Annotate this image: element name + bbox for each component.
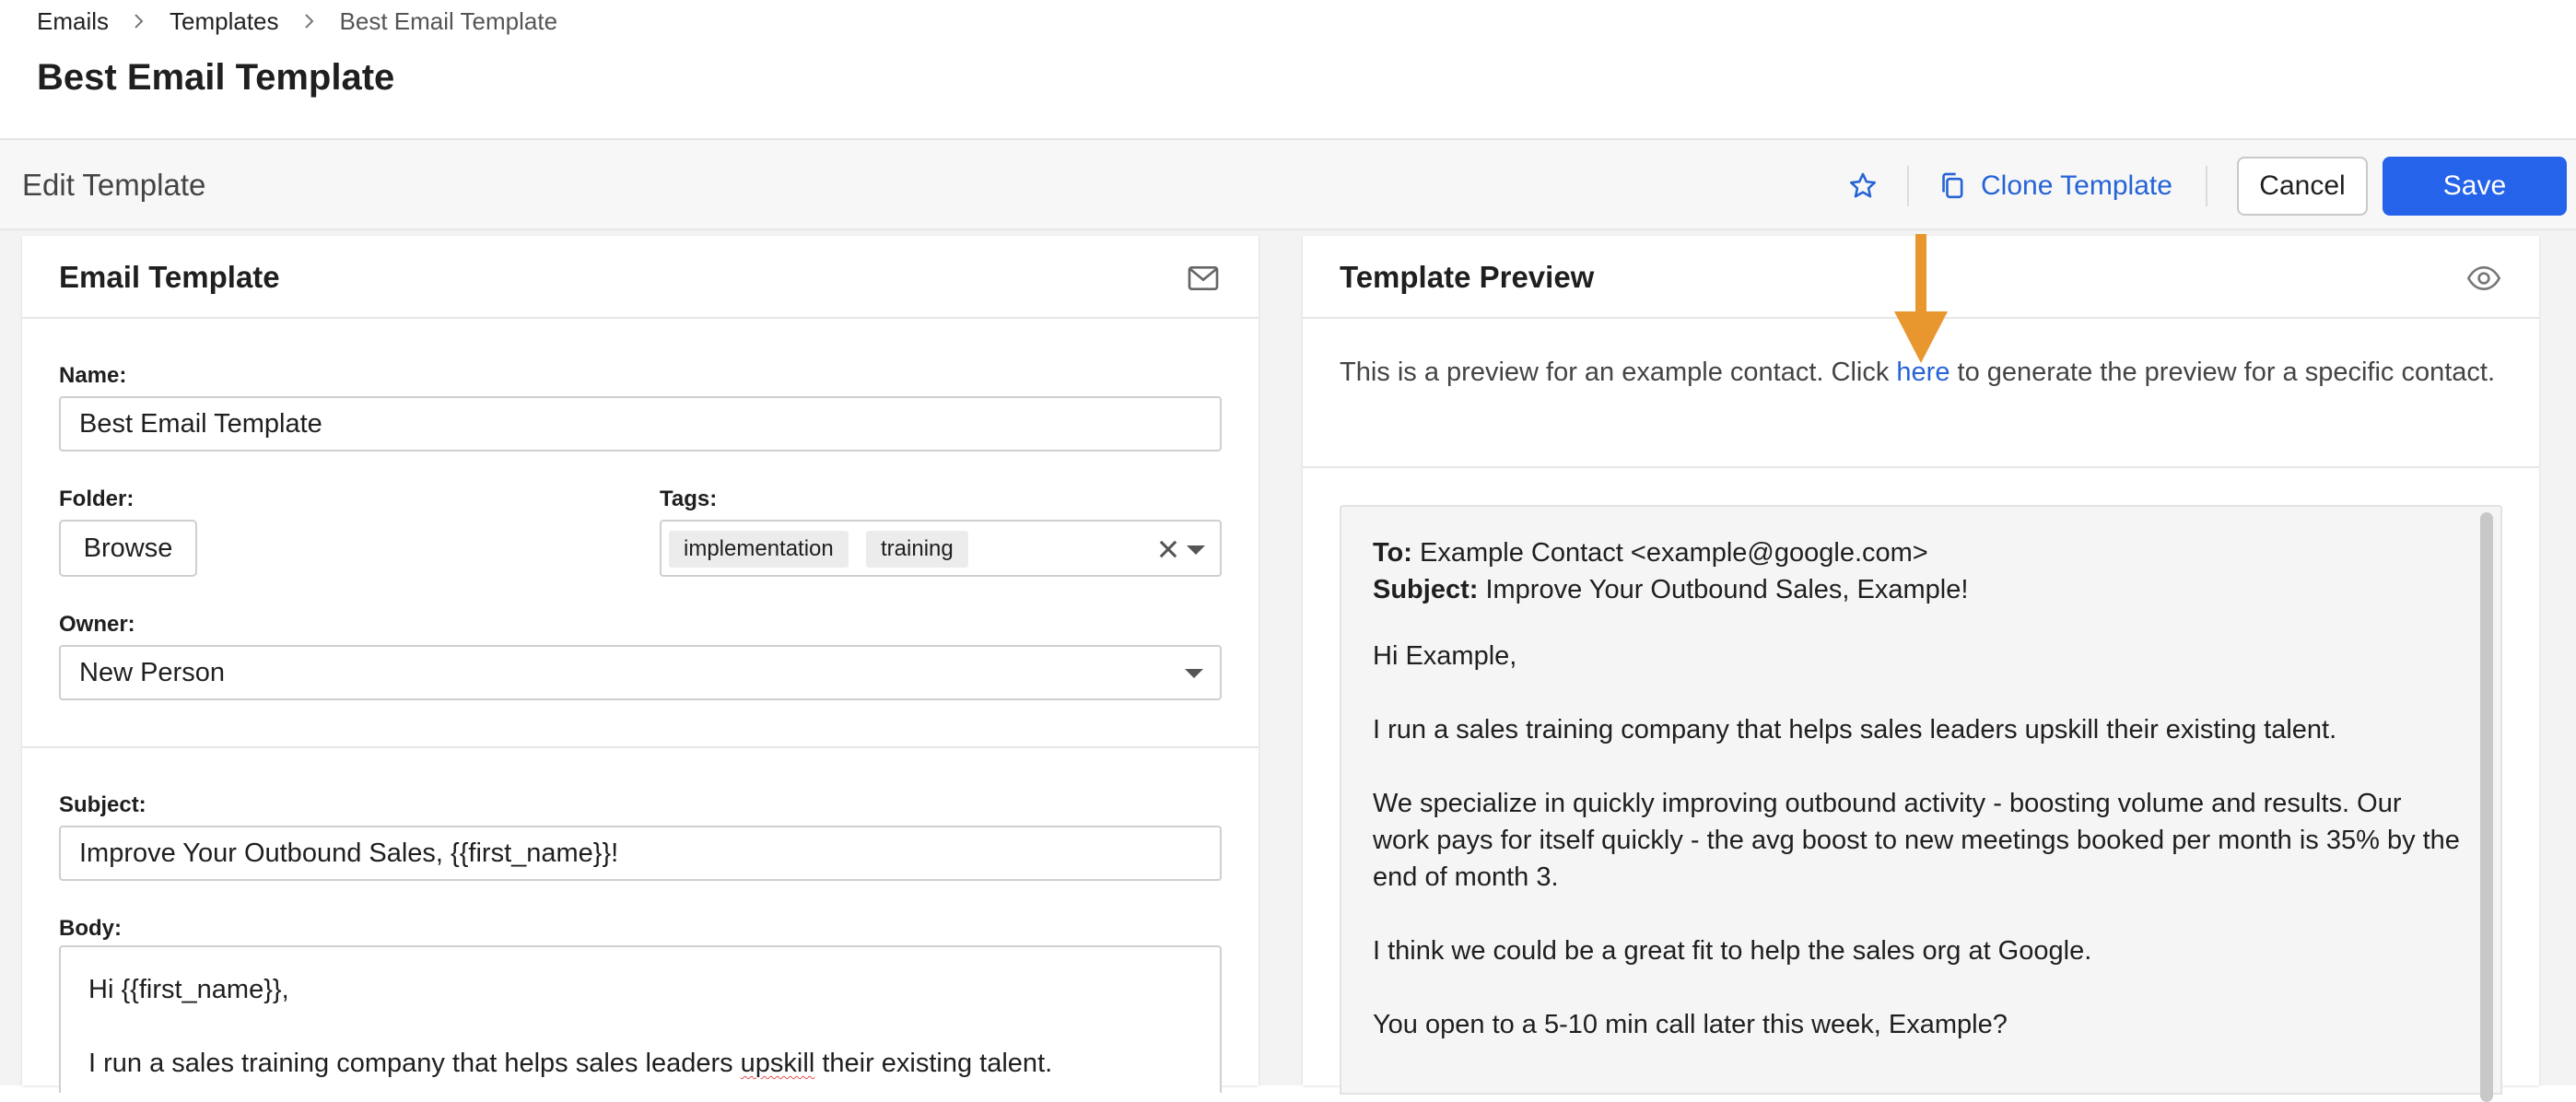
breadcrumb: Emails Templates Best Email Template [37, 7, 557, 35]
preview-to: To: Example Contact <example@google.com> [1373, 538, 1928, 568]
toolbar-divider [1907, 166, 1909, 206]
preview-paragraph: I run a sales training company that help… [1373, 715, 2337, 744]
browse-button[interactable]: Browse [59, 520, 197, 577]
clone-template-label: Clone Template [1981, 170, 2172, 201]
eye-icon[interactable] [2465, 260, 2502, 297]
breadcrumb-emails[interactable]: Emails [37, 7, 109, 36]
star-icon[interactable] [1844, 168, 1881, 205]
tags-input[interactable]: implementation training [660, 520, 1222, 577]
breadcrumb-templates[interactable]: Templates [170, 7, 279, 36]
page-title: Best Email Template [37, 57, 395, 98]
copy-icon [1938, 170, 1968, 202]
arrow-down-icon [1889, 234, 1953, 365]
body-label: Body: [59, 916, 122, 941]
caret-down-icon [1185, 669, 1203, 678]
chevron-right-icon [303, 12, 316, 30]
preview-paragraph: You open to a 5-10 min call later this w… [1373, 1010, 2008, 1039]
card-header: Email Template [22, 236, 1259, 319]
name-input[interactable]: Best Email Template [59, 396, 1222, 451]
caret-down-icon[interactable] [1187, 545, 1205, 555]
edit-template-heading: Edit Template [22, 168, 206, 202]
misspelled-word[interactable]: upskill [741, 1049, 815, 1078]
toolbar-divider [2206, 166, 2207, 206]
subject-label: Subject: [59, 792, 146, 817]
mail-icon [1185, 260, 1222, 297]
clone-template-button[interactable]: Clone Template [1938, 160, 2172, 212]
preview-paragraph: We specialize in quickly improving outbo… [1373, 789, 2460, 892]
template-preview-title: Template Preview [1340, 260, 1595, 294]
subject-input[interactable]: Improve Your Outbound Sales, {{first_nam… [59, 826, 1222, 881]
breadcrumb-current: Best Email Template [339, 6, 558, 35]
email-template-card: Email Template Name: Best Email Template… [22, 236, 1259, 1093]
email-template-title: Email Template [59, 260, 280, 294]
tag-chip[interactable]: training [866, 531, 968, 568]
preview-greeting: Hi Example, [1373, 641, 1517, 671]
body-greeting: Hi {{first_name}}, [88, 975, 289, 1004]
chevron-right-icon [133, 12, 146, 30]
name-label: Name: [59, 363, 127, 388]
folder-label: Folder: [59, 487, 135, 511]
save-button[interactable]: Save [2383, 157, 2567, 216]
body-editor[interactable]: Hi {{first_name}}, I run a sales trainin… [59, 945, 1222, 1093]
owner-select[interactable]: New Person [59, 645, 1222, 700]
preview-paragraph: I think we could be a great fit to help … [1373, 936, 2092, 966]
edit-toolbar: Edit Template Clone Template Cancel Save [0, 140, 2576, 230]
email-preview: To: Example Contact <example@google.com>… [1340, 505, 2502, 1102]
section-divider [1303, 466, 2539, 468]
body-paragraph: I run a sales training company that help… [88, 1049, 1053, 1078]
close-icon[interactable] [1155, 536, 1181, 562]
preview-subject: Subject: Improve Your Outbound Sales, Ex… [1373, 575, 1969, 604]
owner-value: New Person [79, 657, 225, 687]
preview-scrollbar[interactable] [2480, 512, 2493, 1102]
owner-label: Owner: [59, 612, 135, 637]
tags-label: Tags: [660, 487, 718, 511]
cancel-button[interactable]: Cancel [2237, 157, 2368, 216]
tag-chip[interactable]: implementation [669, 531, 849, 568]
section-divider [22, 746, 1259, 748]
